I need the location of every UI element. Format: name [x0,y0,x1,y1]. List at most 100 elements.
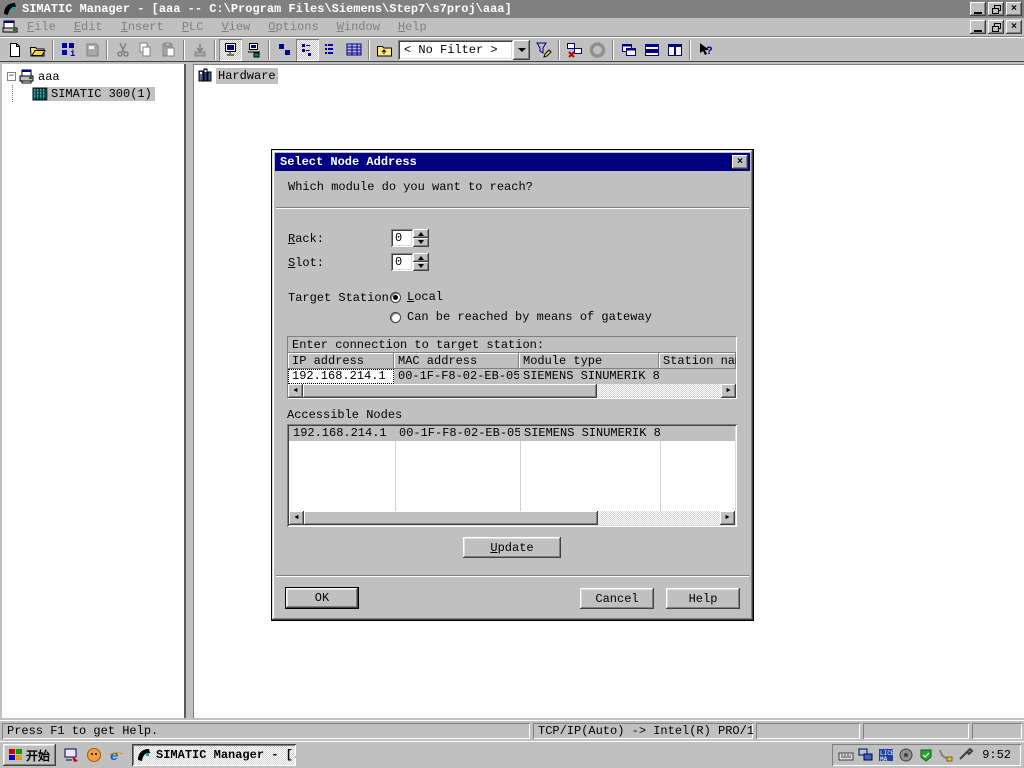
internet-explorer-icon[interactable]: e [108,747,124,763]
slot-spinner[interactable]: 0 [391,253,429,271]
accessible-nodes-body [289,441,735,511]
cell-module-type: SIEMENS SINUMERIK 84┘ [520,426,660,441]
connection-row[interactable]: 192.168.214.1 00-1F-F8-02-EB-05 SIEMENS … [288,369,736,384]
menu-edit[interactable]: Edit [65,18,112,36]
tool-icon[interactable] [958,747,974,763]
nodes-hscrollbar[interactable]: ◄ ► [289,511,735,525]
context-help-button[interactable]: ? [694,39,717,61]
messenger-icon[interactable] [86,747,102,763]
large-icons-button[interactable] [273,39,296,61]
set-filter-button[interactable] [532,39,555,61]
open-button[interactable] [26,39,49,61]
scroll-right-icon[interactable]: ► [720,511,735,525]
scroll-track[interactable] [598,511,720,525]
menu-window[interactable]: Window [328,18,389,36]
filter-combobox[interactable]: < No Filter > [398,40,530,60]
radio-gateway[interactable]: Can be reached by means of gateway [390,310,652,324]
details-view-button[interactable] [342,39,365,61]
rack-label: Rack: [288,232,324,246]
scroll-track[interactable] [597,384,721,398]
cancel-button[interactable]: Cancel [580,588,654,609]
tree-item-station[interactable]: SIMATIC 300(1) [2,85,184,102]
rack-spinner[interactable]: 0 [391,229,429,247]
small-icons-button[interactable] [296,39,319,61]
license-manager-icon[interactable]: LICEMA [878,747,894,763]
child-close-button[interactable]: × [1006,20,1022,34]
offline-button[interactable] [242,39,265,61]
scroll-left-icon[interactable]: ◄ [289,511,304,525]
slot-down-button[interactable] [413,262,429,271]
simulation-button[interactable] [563,39,586,61]
child-minimize-button[interactable] [970,20,986,34]
down-arrow-icon [418,240,424,247]
update-button[interactable]: Update [463,537,561,558]
details-view-icon [346,42,362,57]
start-button[interactable]: 开始 [3,744,56,766]
filter-value: < No Filter > [398,40,513,60]
rack-up-button[interactable] [413,229,429,238]
column-header-module[interactable]: Module type [519,353,659,369]
column-header-station[interactable]: Station name [659,353,736,369]
menu-plc[interactable]: PLC [173,18,213,36]
list-view-button[interactable] [319,39,342,61]
scroll-right-icon[interactable]: ► [721,384,736,398]
online-button[interactable] [219,39,242,61]
copy-button[interactable] [134,39,157,61]
paste-button[interactable] [157,39,180,61]
column-header-ip[interactable]: IP address [288,353,394,369]
up-one-level-button[interactable] [373,39,396,61]
project-window-icon[interactable] [2,19,18,35]
cascade-windows-button[interactable] [617,39,640,61]
child-restore-button[interactable] [988,20,1004,34]
tile-horizontal-button[interactable] [640,39,663,61]
memory-card-button[interactable] [80,39,103,61]
dialog-close-button[interactable]: × [732,155,748,169]
tile-vertical-button[interactable] [663,39,686,61]
connection-hscrollbar[interactable]: ◄ ► [288,384,736,398]
accessible-nodes-button[interactable]: i [57,39,80,61]
ok-button[interactable]: OK [285,587,359,609]
rack-down-button[interactable] [413,238,429,247]
online-icon [223,42,238,57]
show-desktop-icon[interactable] [64,747,80,763]
scroll-left-icon[interactable]: ◄ [288,384,303,398]
restore-button[interactable] [988,2,1004,16]
tree-item-project[interactable]: − aaa [2,68,184,85]
minimize-button[interactable] [970,2,986,16]
svg-text:MA: MA [880,756,888,763]
menu-view[interactable]: View [212,18,259,36]
radio-local[interactable]: Local [390,290,443,304]
antivirus-icon[interactable] [918,747,934,763]
slot-up-button[interactable] [413,253,429,262]
download-button[interactable] [188,39,211,61]
cut-icon [116,42,130,57]
chevron-down-icon [518,48,526,56]
rack-value[interactable]: 0 [391,229,413,247]
new-button[interactable] [3,39,26,61]
volume-icon[interactable] [898,747,914,763]
filter-dropdown-button[interactable] [513,40,530,60]
scroll-thumb[interactable] [304,511,598,525]
close-button[interactable]: × [1006,2,1022,16]
menu-insert[interactable]: Insert [112,18,173,36]
menu-options[interactable]: Options [259,18,327,36]
mouse-settings-icon[interactable] [938,747,954,763]
scroll-thumb[interactable] [303,384,597,398]
pause-simulation-button[interactable] [586,39,609,61]
cut-button[interactable] [111,39,134,61]
tile-horizontal-icon [644,42,660,58]
hardware-item[interactable]: Hardware [198,68,278,84]
help-button[interactable]: Help [666,588,740,609]
cell-ip-address[interactable]: 192.168.214.1 [288,369,394,384]
child-close-icon: × [1011,22,1017,33]
accessible-node-row[interactable]: 192.168.214.1 00-1F-F8-02-EB-05 SIEMENS … [289,426,735,441]
menu-file[interactable]: File [18,18,65,36]
column-header-mac[interactable]: MAC address [394,353,519,369]
menu-help[interactable]: Help [389,18,436,36]
slot-value[interactable]: 0 [391,253,413,271]
tree-collapse-icon[interactable]: − [7,72,16,81]
toolbar-separator [612,40,614,60]
network-status-icon[interactable] [858,747,874,763]
task-button-simatic[interactable]: SIMATIC Manager - [... [132,744,296,766]
keyboard-layout-icon[interactable] [838,747,854,763]
